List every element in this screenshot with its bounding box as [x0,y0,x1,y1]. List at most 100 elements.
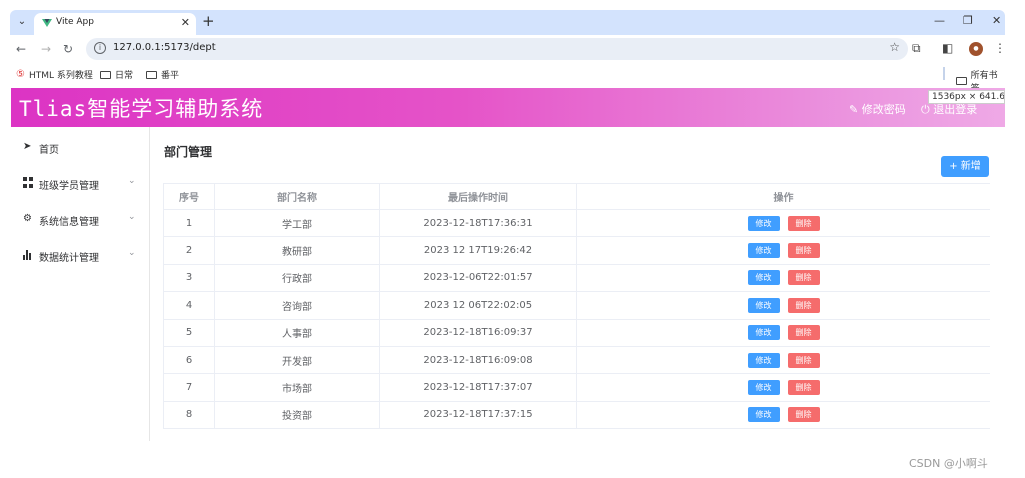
table-row: 5 人事部 2023-12-18T16:09:37 修改 删除 [163,319,990,347]
table-header: 序号 部门名称 最后操作时间 操作 [163,183,990,210]
forward-icon[interactable]: → [41,42,51,56]
bookmarks-divider [943,67,945,80]
delete-button[interactable]: 删除 [787,243,820,259]
menu-kebab-icon[interactable]: ⋮ [994,41,1006,55]
edit-button[interactable]: 修改 [747,243,780,259]
row-dept-name: 投资部 [215,401,380,429]
extensions-icon[interactable]: ⧉ [912,41,921,56]
bookmark-label: 番平 [161,71,180,81]
row-actions: 修改 删除 [577,210,990,236]
watermark: CSDN @小啊斗 [909,457,988,470]
element-size-tooltip: 1536px × 641.60px [928,90,1005,104]
url-text: 127.0.0.1:5173/dept [113,42,216,53]
row-actions: 修改 删除 [577,374,990,400]
bookmark-folder-other[interactable]: 番平 [146,68,179,81]
back-icon[interactable]: ← [16,42,26,56]
minimize-icon[interactable]: — [934,14,945,27]
bookmark-html-tutorial[interactable]: ⑤ HTML 系列教程 [16,68,93,81]
edit-button[interactable]: 修改 [747,215,780,231]
bookmark-site-icon: ⑤ [16,69,25,80]
sidebar-item-statistics[interactable]: 数据统计管理 ⌄ [11,237,150,273]
delete-button[interactable]: 删除 [787,270,820,286]
row-dept-name: 行政部 [215,264,380,292]
row-index: 6 [163,346,215,374]
sidebar-menu: ➤ 首页 班级学员管理 ⌄ ⚙ 系统信息管理 ⌄ 数据统计管理 ⌄ [11,127,150,441]
department-table: 序号 部门名称 最后操作时间 操作 1 学工部 2023-12-18T17:36:3… [163,183,990,430]
delete-button[interactable]: 删除 [787,297,820,313]
row-update-time: 2023-12-18T16:09:08 [380,346,577,374]
browser-toolbar: ← → ↻ i 127.0.0.1:5173/dept ☆ ⧉ ◧ ● ⋮ [10,35,1006,63]
header-name: 部门名称 [215,184,380,209]
window-close-icon[interactable]: ✕ [992,14,1001,27]
row-actions: 修改 删除 [577,265,990,291]
table-row: 4 咨询部 2023 12 06T22:02:05 修改 删除 [163,292,990,320]
bookmark-folder-daily[interactable]: 日常 [100,68,133,81]
edit-button[interactable]: 修改 [747,352,780,368]
row-update-time: 2023-12-18T17:36:31 [380,210,577,237]
vue-logo-icon [42,19,52,27]
tab-list-chevron-icon[interactable]: ⌄ [14,14,30,30]
page-title: 部门管理 [164,145,213,159]
row-update-time: 2023-12-06T22:01:57 [380,264,577,292]
row-update-time: 2023-12-18T17:37:15 [380,401,577,429]
header-actions: 操作 [773,193,794,204]
row-dept-name: 咨询部 [215,292,380,319]
reload-icon[interactable]: ↻ [63,42,73,56]
chevron-down-icon: ⌄ [128,248,136,258]
row-index: 5 [163,319,215,346]
sidebar-item-system-info[interactable]: ⚙ 系统信息管理 ⌄ [11,201,150,237]
table-row: 3 行政部 2023-12-06T22:01:57 修改 删除 [163,264,990,293]
row-index: 3 [163,264,215,292]
edit-icon: ✎ [849,103,859,116]
row-dept-name: 市场部 [215,374,380,401]
edit-button[interactable]: 修改 [747,325,780,341]
chevron-down-icon: ⌄ [128,176,136,186]
edit-button[interactable]: 修改 [747,407,780,423]
table-row: 1 学工部 2023-12-18T17:36:31 修改 删除 [163,210,990,238]
row-dept-name: 学工部 [215,210,380,237]
row-dept-name: 教研部 [215,237,380,264]
tab-close-icon[interactable]: ✕ [181,16,190,29]
sidebar-item-class-student[interactable]: 班级学员管理 ⌄ [11,165,150,201]
row-update-time: 2023 12 06T22:02:05 [380,292,577,319]
address-bar[interactable]: i 127.0.0.1:5173/dept ☆ [86,38,908,60]
logout-label: 退出登录 [933,103,978,116]
browser-tab-active[interactable]: Vite App ✕ [34,13,196,35]
folder-icon [956,77,967,85]
avatar[interactable]: ● [969,42,983,56]
bar-chart-icon [23,249,34,260]
send-icon: ➤ [23,141,32,152]
gear-icon: ⚙ [23,213,32,224]
delete-button[interactable]: 删除 [787,380,820,396]
bookmark-label: 日常 [115,71,134,81]
grid-icon [23,177,34,188]
bookmark-star-icon[interactable]: ☆ [889,40,900,54]
delete-button[interactable]: 删除 [787,407,820,423]
row-update-time: 2023-12-18T17:37:07 [380,374,577,401]
row-index: 1 [163,210,215,237]
side-panel-icon[interactable]: ◧ [942,41,953,55]
add-department-button[interactable]: + 新增 [941,156,989,177]
edit-button[interactable]: 修改 [747,270,780,286]
row-index: 2 [163,237,215,264]
header-index: 序号 [163,184,215,209]
main-content: 部门管理 + 新增 序号 部门名称 最后操作时间 操作 1 学工部 2023-12-… [151,127,1005,441]
delete-button[interactable]: 删除 [787,352,820,368]
power-icon: ⏻ [921,103,930,116]
bookmarks-bar: ⑤ HTML 系列教程 日常 番平 所有书签 [10,63,1005,94]
table-row: 7 市场部 2023-12-18T17:37:07 修改 删除 [163,374,990,402]
change-password-label: 修改密码 [861,103,906,116]
row-actions: 修改 删除 [577,402,990,428]
delete-button[interactable]: 删除 [787,325,820,341]
edit-button[interactable]: 修改 [747,297,780,313]
restore-icon[interactable]: ❐ [963,14,973,27]
row-actions: 修改 删除 [577,292,990,318]
edit-button[interactable]: 修改 [747,380,780,396]
delete-button[interactable]: 删除 [787,215,820,231]
sidebar-item-home[interactable]: ➤ 首页 [11,129,150,165]
change-password-link[interactable]: ✎ 修改密码 [849,101,906,117]
site-info-icon[interactable]: i [94,42,106,54]
row-index: 7 [163,374,215,401]
table-row: 2 教研部 2023 12 17T19:26:42 修改 删除 [163,237,990,265]
new-tab-icon[interactable]: + [202,12,215,30]
